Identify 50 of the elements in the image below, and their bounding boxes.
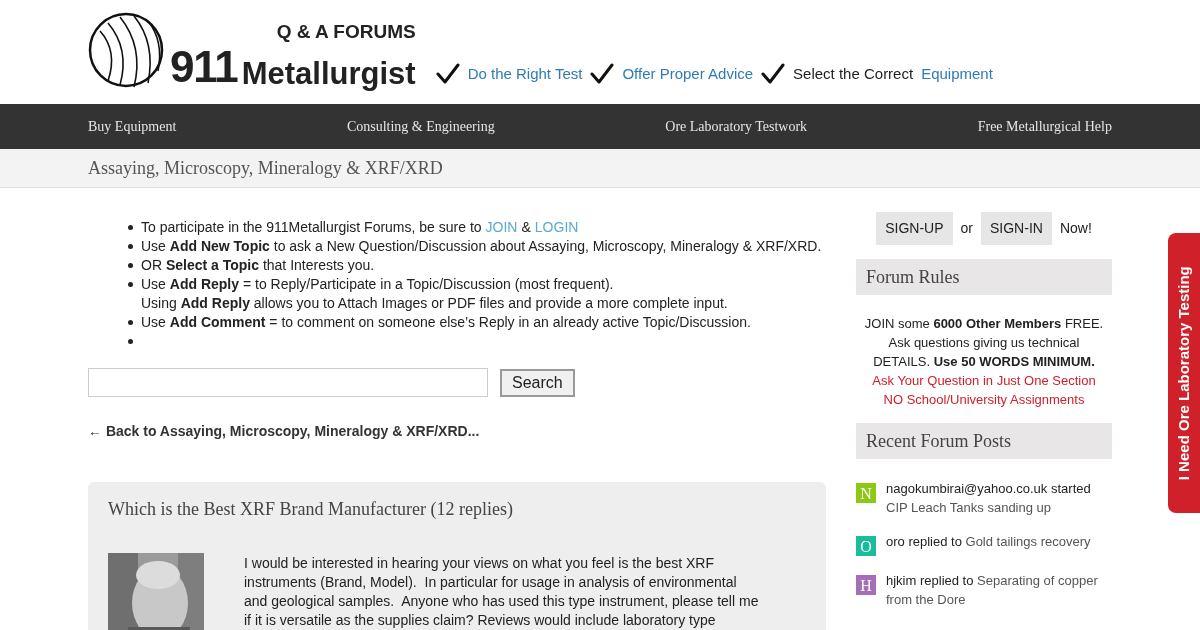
bullet-icon xyxy=(128,282,133,287)
avatar-icon: H xyxy=(856,575,876,595)
section-title: Forum Rules xyxy=(866,265,960,289)
nav-link[interactable]: Ore Laboratory Testwork xyxy=(665,116,808,137)
bullet-icon xyxy=(128,225,133,230)
search-button[interactable]: Search xyxy=(500,368,575,397)
rule-text: JOIN some 6000 Other Members FREE. Ask questions giving us technical DETAILS. Use 50 WORDS MINIMUM. xyxy=(863,315,1105,371)
side-tab[interactable]: I Need Ore Laboratory Testing xyxy=(1168,233,1200,513)
slogan-text: Select the Correct xyxy=(793,63,914,84)
bullet-icon xyxy=(128,244,133,249)
ampersand-text: & xyxy=(521,218,531,237)
nav-link[interactable]: Buy Equipment xyxy=(88,116,177,137)
recent-post-text[interactable]: hjkim replied to Separating of copper from the Dore xyxy=(886,571,1112,609)
avatar-icon: O xyxy=(856,536,876,556)
signup-button[interactable]: SIGN-UP xyxy=(876,212,953,245)
rule-alert-text: Ask Your Question in Just One Section xyxy=(871,372,1097,390)
recent-post-text[interactable]: oro replied to Gold tailings recovery xyxy=(886,532,1091,556)
search-field[interactable] xyxy=(88,368,488,397)
topic-title: Which is the Best XRF Brand Manufacturer (12 replies) xyxy=(108,498,514,521)
section-title: Recent Forum Posts xyxy=(866,429,1011,453)
logo-tagline: Q & A FORUMS xyxy=(276,22,416,41)
rule-alert-text: NO School/University Assignments xyxy=(882,391,1086,409)
now-text: Now! xyxy=(1059,219,1092,238)
instruction-text: Use Add Reply = to Reply/Participate in a Topic/Discussion (most frequent). xyxy=(141,275,615,294)
signin-button[interactable]: SIGN-IN xyxy=(981,212,1052,245)
logo-name: Metallurgist xyxy=(241,58,416,89)
bullet-icon xyxy=(128,263,133,268)
instruction-text: Use Add New Topic to ask a New Question/Discussion about Assaying, Microscopy, Mineralogy & XRF/XRD. xyxy=(141,237,822,256)
checkmark-icon xyxy=(761,62,786,85)
avatar-icon: N xyxy=(856,483,876,503)
slogan-link[interactable]: Do the Right Test xyxy=(467,62,583,85)
nav-link[interactable]: Free Metallurgical Help xyxy=(977,116,1112,137)
logo-icon xyxy=(88,11,166,89)
topic-body: I would be interested in hearing your views on what you feel is the best XRF instruments (Brand, Model). In particular for usage in analysis of environmental and geological samples. Anyone who has used this type instrument, please tell me if it is versatile as the supplies claim? Reviews would include laboratory type xyxy=(244,554,759,630)
slogan-link[interactable]: Equipment xyxy=(921,62,993,85)
back-link[interactable]: ← Back to Assaying, Microscopy, Mineralogy & XRF/XRD... xyxy=(88,421,826,442)
logo-number: 911 xyxy=(170,45,238,89)
bullet-icon xyxy=(128,320,133,325)
instruction-text: Using Add Reply allows you to Attach Images or PDF files and provide a more complete input. xyxy=(141,294,728,313)
slogan-link[interactable]: Offer Proper Advice xyxy=(622,62,754,85)
checkmark-icon xyxy=(435,62,460,85)
breadcrumb: Assaying, Microscopy, Mineralogy & XRF/XRD xyxy=(88,157,443,178)
instruction-text: To participate in the 911Metallurgist Forums, be sure to xyxy=(141,218,482,237)
or-text: or xyxy=(960,219,973,238)
bullet-icon xyxy=(128,339,133,344)
recent-post-text[interactable]: nagokumbirai@yahoo.co.uk started CIP Leach Tanks sanding up xyxy=(886,479,1112,517)
checkmark-icon xyxy=(590,62,615,85)
instruction-text: Use Add Comment = to comment on someone else’s Reply in an already active Topic/Discussion. xyxy=(141,313,751,332)
instruction-text: OR Select a Topic that Interests you. xyxy=(141,256,375,275)
nav-link[interactable]: Consulting & Engineering xyxy=(346,116,495,137)
